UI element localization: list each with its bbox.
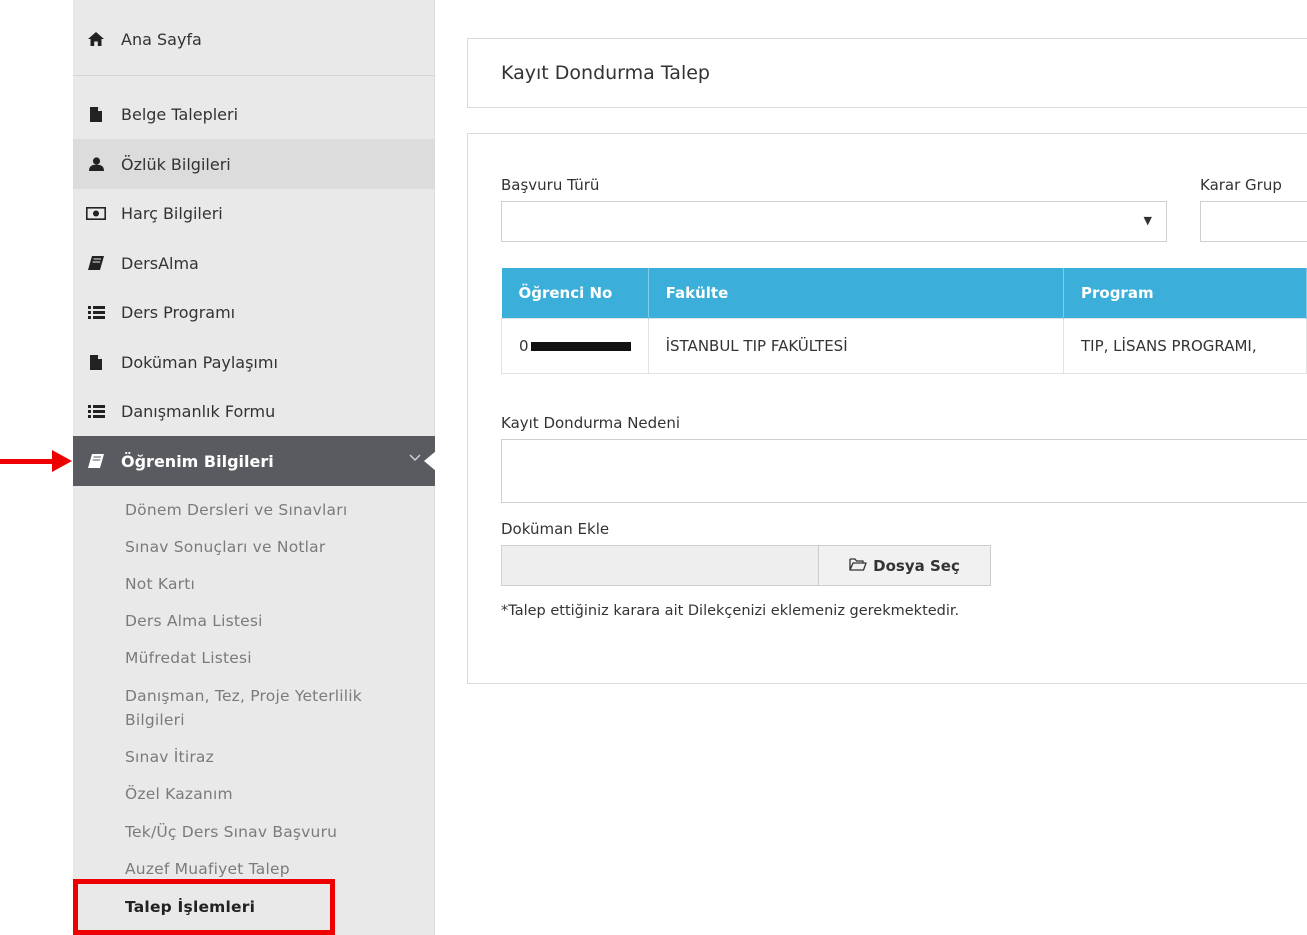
list-icon (85, 402, 107, 420)
file-select-label: Dosya Seç (873, 556, 960, 575)
sidebar-item-label: Özlük Bilgileri (121, 154, 231, 174)
karar-grup-label: Karar Grup (1200, 176, 1282, 194)
sidebar-item-dersalma[interactable]: DersAlma (73, 238, 435, 288)
table-row: 0 İSTANBUL TIP FAKÜLTESİ TIP, LİSANS PRO… (501, 317, 1307, 374)
sidebar-divider (73, 75, 435, 76)
column-header: Öğrenci No (501, 268, 649, 318)
karar-grup-select[interactable] (1200, 201, 1307, 242)
book-icon (85, 254, 107, 272)
file-icon (85, 353, 107, 371)
basvuru-turu-select[interactable]: ▼ (501, 201, 1167, 242)
home-icon (85, 30, 107, 48)
neden-label: Kayıt Dondurma Nedeni (501, 414, 681, 432)
sidebar-item-belge-talepleri[interactable]: Belge Talepleri (73, 89, 435, 139)
sidebar-item-harc-bilgileri[interactable]: Harç Bilgileri (73, 188, 435, 238)
annotation-arrow-head (52, 450, 72, 472)
sidebar-item-ogrenim-bilgileri[interactable]: Öğrenim Bilgileri (73, 436, 436, 486)
attachment-note: *Talep ettiğiniz karara ait Dilekçenizi … (501, 603, 960, 619)
sidebar-item-label: Ders Programı (121, 302, 236, 322)
annotation-arrow (0, 459, 56, 464)
submenu-item[interactable]: Tek/Üç Ders Sınav Başvuru (125, 820, 425, 844)
sidebar-item-label: Ana Sayfa (121, 29, 202, 49)
submenu-item[interactable]: Danışman, Tez, Proje Yeterlilik Bilgiler… (125, 684, 415, 732)
redacted-mask (530, 341, 631, 351)
column-header: Fakülte (648, 268, 1065, 318)
ogrenci-no-value: 0 (519, 336, 529, 355)
sidebar-item-label: Öğrenim Bilgileri (121, 451, 274, 471)
list-icon (85, 303, 107, 321)
submenu-item[interactable]: Özel Kazanım (125, 782, 425, 806)
page-title: Kayıt Dondurma Talep (501, 62, 710, 84)
folder-open-icon (849, 557, 867, 575)
sidebar-item-label: Doküman Paylaşımı (121, 352, 278, 372)
program-cell: TIP, LİSANS PROGRAMI, (1063, 317, 1307, 374)
sidebar-item-danismanlik-formu[interactable]: Danışmanlık Formu (73, 386, 435, 436)
submenu-item[interactable]: Auzef Muafiyet Talep (125, 857, 425, 881)
submenu-item[interactable]: Ders Alma Listesi (125, 609, 425, 633)
basvuru-turu-label: Başvuru Türü (501, 176, 600, 194)
money-icon (85, 204, 107, 222)
neden-textarea[interactable] (501, 439, 1307, 503)
sidebar-item-dokuman-paylasimi[interactable]: Doküman Paylaşımı (73, 337, 435, 387)
student-table: Öğrenci No Fakülte Program 0 İSTANBUL TI… (501, 268, 1307, 374)
chevron-down-icon (409, 450, 421, 466)
annotation-highlight-box (73, 879, 335, 935)
sidebar-item-label: Danışmanlık Formu (121, 401, 276, 421)
book-icon (85, 452, 107, 470)
fakulte-cell: İSTANBUL TIP FAKÜLTESİ (647, 317, 1065, 374)
sidebar-item-label: DersAlma (121, 253, 199, 273)
user-icon (85, 155, 107, 173)
file-name-field[interactable] (501, 545, 819, 586)
ogrenci-no-cell: 0 (501, 317, 649, 374)
submenu-item[interactable]: Not Kartı (125, 572, 425, 596)
caret-down-icon: ▼ (1143, 214, 1152, 227)
file-select-button[interactable]: Dosya Seç (818, 545, 991, 586)
sidebar-item-ana-sayfa[interactable]: Ana Sayfa (73, 14, 435, 64)
submenu-item[interactable]: Müfredat Listesi (125, 646, 425, 670)
submenu-item[interactable]: Dönem Dersleri ve Sınavları (125, 498, 425, 522)
sidebar-item-ders-programi[interactable]: Ders Programı (73, 287, 435, 337)
active-indicator (424, 451, 436, 471)
sidebar-item-label: Belge Talepleri (121, 104, 239, 124)
submenu-item[interactable]: Sınav İtiraz (125, 745, 425, 769)
sidebar-item-ozluk-bilgileri[interactable]: Özlük Bilgileri (73, 139, 435, 189)
column-header: Program (1063, 268, 1307, 318)
table-header-row: Öğrenci No Fakülte Program (501, 268, 1307, 318)
sidebar-item-label: Harç Bilgileri (121, 203, 223, 223)
dokuman-label: Doküman Ekle (501, 520, 610, 538)
sidebar: Ana Sayfa Belge Talepleri Özlük Bilgiler… (73, 0, 436, 935)
submenu-item[interactable]: Sınav Sonuçları ve Notlar (125, 535, 425, 559)
file-icon (85, 105, 107, 123)
